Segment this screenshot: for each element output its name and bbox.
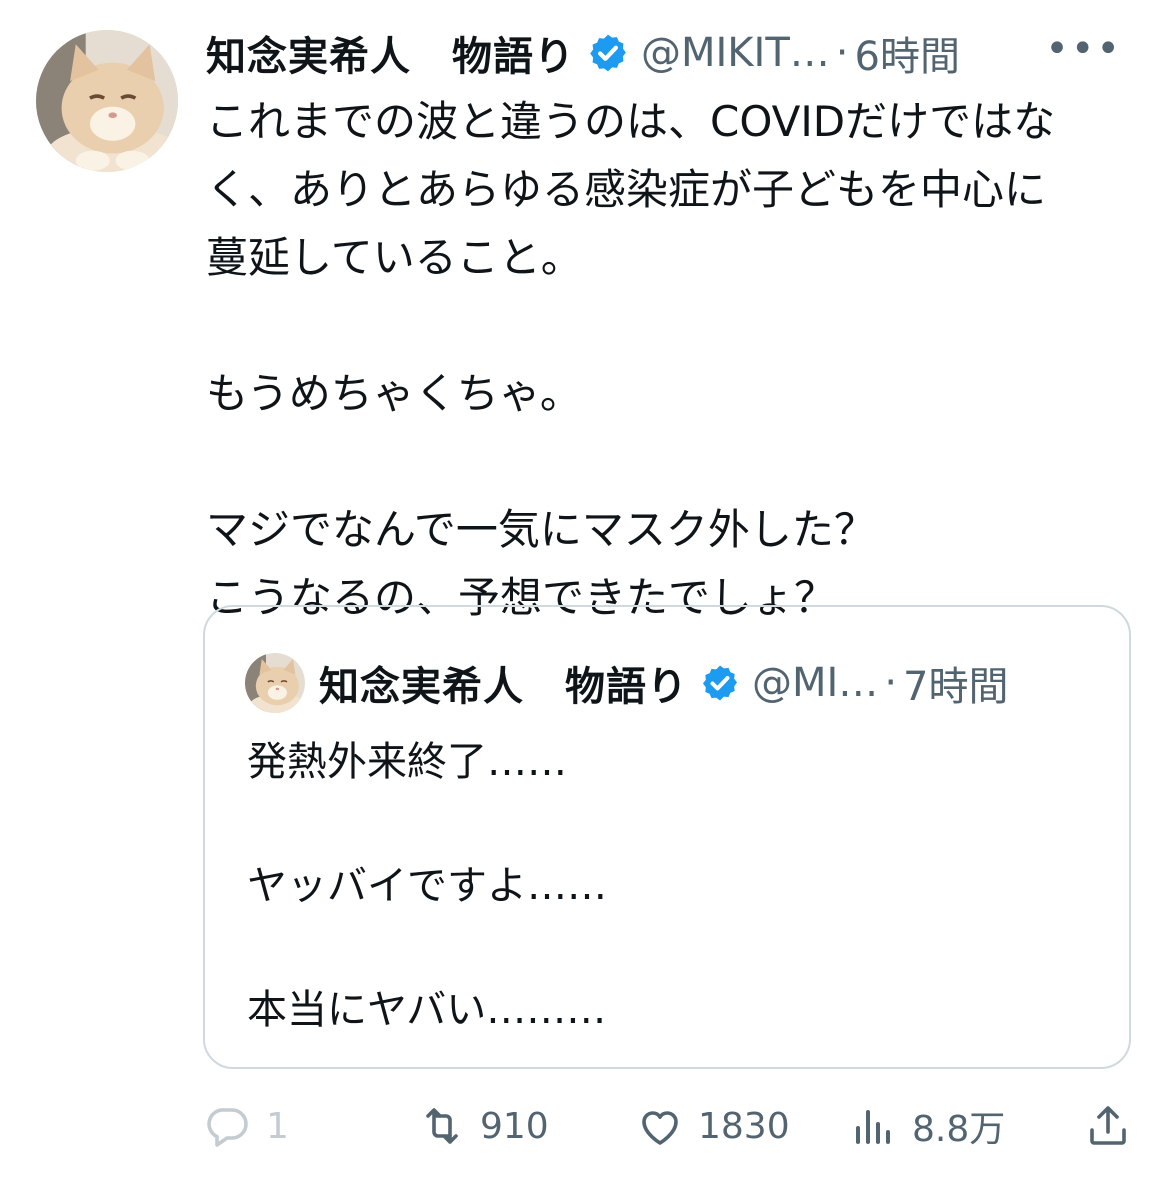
share-icon — [1090, 1106, 1126, 1145]
verified-badge-icon — [590, 34, 626, 72]
tweet-action-bar: 1 910 1830 8.8万 — [0, 1098, 1170, 1154]
tweet-header: 知念実希人 物語り @MIKIT… · 6時間 ••• — [206, 26, 1146, 80]
quoted-tweet-card[interactable]: 知念実希人 物語り @MI… · 7時間 発熱外来終了…… ヤッバイですよ…… … — [203, 605, 1131, 1069]
views-count: 8.8万 — [912, 1109, 1006, 1150]
retweet-icon — [426, 1108, 458, 1144]
author-avatar[interactable] — [36, 30, 178, 172]
author-handle[interactable]: @MIKIT… — [641, 30, 830, 76]
tweet-line: く、ありとあらゆる感染症が子どもを中心に — [206, 165, 1047, 214]
tweet-timestamp[interactable]: 6時間 — [855, 24, 960, 82]
author-name[interactable]: 知念実希人 物語り — [206, 24, 575, 82]
retweet-button[interactable]: 910 — [418, 1098, 549, 1154]
quoted-tweet-line: 発熱外来終了…… — [247, 739, 567, 785]
quoted-author-avatar — [245, 653, 305, 713]
cat-avatar-image — [36, 30, 178, 172]
tweet-line: マジでなんで一気にマスク外した？ — [206, 505, 876, 554]
views-icon — [856, 1110, 890, 1144]
separator-dot: · — [884, 660, 898, 706]
share-button[interactable] — [1084, 1098, 1132, 1154]
more-options-icon[interactable]: ••• — [1045, 26, 1122, 72]
quoted-tweet-line: ヤッバイですよ…… — [247, 863, 607, 909]
separator-dot: · — [835, 30, 849, 76]
tweet-text: これまでの波と違うのは、COVIDだけではな く、ありとあらゆる感染症が子どもを… — [206, 88, 1136, 632]
quoted-tweet-header: 知念実希人 物語り @MI… · 7時間 — [245, 653, 1105, 713]
cat-avatar-image — [245, 653, 305, 713]
quoted-tweet-timestamp: 7時間 — [903, 664, 1009, 710]
reply-button[interactable]: 1 — [204, 1098, 289, 1154]
views-button[interactable]: 8.8万 — [850, 1098, 1005, 1154]
tweet-line: 蔓延していること。 — [206, 233, 583, 282]
quoted-author-handle: @MI… — [752, 660, 879, 706]
quoted-tweet-text: 発熱外来終了…… ヤッバイですよ…… 本当にヤバい……… — [247, 731, 607, 1041]
heart-icon — [642, 1111, 678, 1145]
like-count: 1830 — [698, 1105, 790, 1147]
quoted-author-name: 知念実希人 物語り — [319, 664, 688, 710]
tweet-line: これまでの波と違うのは、COVIDだけではな — [206, 97, 1056, 146]
quoted-tweet-line: 本当にヤバい……… — [247, 987, 607, 1033]
verified-badge-icon — [703, 665, 737, 701]
reply-icon — [207, 1108, 248, 1147]
tweet-line: もうめちゃくちゃ。 — [206, 369, 582, 418]
like-button[interactable]: 1830 — [636, 1098, 790, 1154]
retweet-count: 910 — [480, 1105, 549, 1147]
reply-count: 1 — [266, 1105, 289, 1147]
